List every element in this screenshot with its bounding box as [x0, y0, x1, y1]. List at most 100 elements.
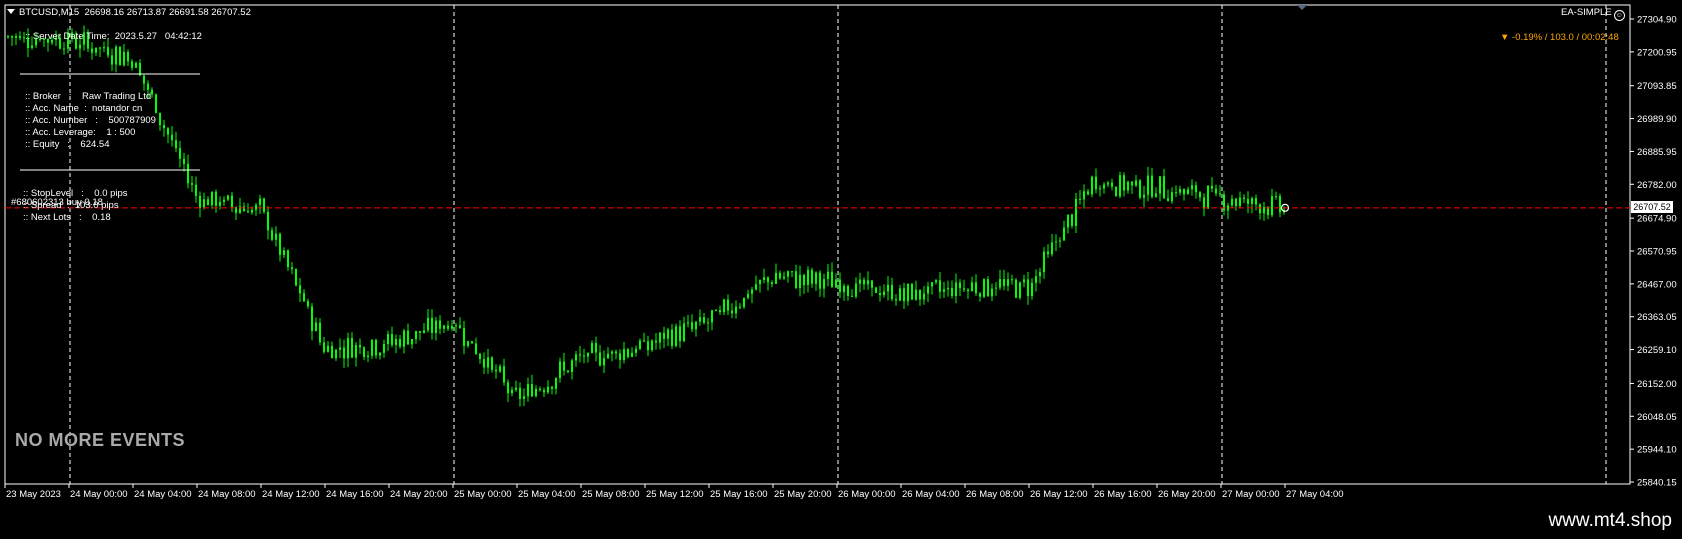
candle-body	[731, 310, 733, 314]
candle-body	[695, 321, 697, 330]
candle-body	[995, 287, 997, 289]
candle-body	[815, 272, 817, 284]
candle-body	[375, 339, 377, 356]
candle-body	[1271, 196, 1273, 216]
candle-body	[395, 339, 397, 345]
candle-body	[1155, 193, 1157, 197]
open-order-label[interactable]: #680602313 buy 0.18	[11, 197, 103, 208]
candle-body	[1011, 279, 1013, 281]
candle-body	[1139, 180, 1141, 198]
candle-body	[1075, 198, 1077, 226]
candle-body	[1143, 194, 1145, 198]
candle-body	[443, 325, 445, 329]
server-time: :: Server Date Time: 2023.5.27 04:42:12	[25, 31, 202, 42]
candle-body	[295, 269, 297, 286]
candle-body	[199, 195, 201, 208]
x-tick-label: 27 May 00:00	[1222, 489, 1280, 500]
candle-body	[423, 330, 425, 333]
y-tick-label: 26782.00	[1637, 180, 1677, 191]
candle-body	[855, 283, 857, 297]
watermark-text: www.mt4.shop	[1548, 510, 1672, 531]
candle-body	[1147, 175, 1149, 195]
candle-body	[207, 199, 209, 206]
candle-body	[495, 369, 497, 372]
candle-body	[679, 326, 681, 342]
candle-body	[343, 347, 345, 359]
candle-body	[223, 199, 225, 202]
candle-body	[763, 277, 765, 280]
candle-body	[139, 62, 141, 76]
candle-body	[127, 51, 129, 62]
y-tick-label: 26674.90	[1637, 214, 1677, 225]
candle-body	[651, 340, 653, 351]
candle-body	[847, 285, 849, 296]
x-tick-label: 25 May 12:00	[646, 489, 704, 500]
time-axis: 23 May 2023 24 May 00:00 24 May 04:00 24 Ma…	[4, 484, 1344, 500]
broker-info: :: Broker : Raw Trading Ltd	[25, 91, 152, 102]
candle-body	[791, 271, 793, 273]
candle-body	[835, 279, 837, 288]
candle-body	[635, 348, 637, 353]
candle-body	[687, 322, 689, 324]
account-number: :: Acc. Number : 500787909	[25, 115, 156, 126]
candle-body	[403, 330, 405, 347]
candle-body	[439, 320, 441, 329]
candle-body	[583, 355, 585, 357]
chart-window[interactable]: 27304.90 27200.95 27093.85 26989.90 26885.95…	[0, 0, 1682, 506]
candle-body	[851, 295, 853, 297]
candle-body	[363, 347, 365, 358]
candle-body	[507, 382, 509, 394]
candle-body	[575, 354, 577, 361]
candle-body	[291, 267, 293, 270]
candle-body	[707, 322, 709, 324]
expert-advisor-label[interactable]: EA-SIMPLE ☺	[1561, 7, 1625, 21]
candle-body	[1015, 279, 1017, 298]
account-equity: :: Equity : 624.54	[25, 139, 110, 150]
candle-body	[1187, 189, 1189, 195]
candle-body	[1063, 227, 1065, 241]
candle-body	[1007, 279, 1009, 286]
candle-body	[455, 325, 457, 327]
candle-body	[503, 366, 505, 383]
x-tick-label: 26 May 12:00	[1030, 489, 1088, 500]
candle-body	[727, 299, 729, 311]
candle-body	[951, 287, 953, 297]
candle-body	[115, 46, 117, 65]
y-tick-label: 26570.95	[1637, 246, 1677, 257]
candle-body	[1027, 279, 1029, 297]
candle-body	[611, 351, 613, 354]
candle-body	[875, 287, 877, 293]
candle-body	[179, 148, 181, 159]
candle-body	[475, 343, 477, 354]
candle-body	[915, 289, 917, 300]
candle-body	[319, 322, 321, 343]
candle-body	[667, 329, 669, 339]
y-tick-label: 26048.05	[1637, 412, 1677, 423]
candle-body	[499, 366, 501, 372]
candle-body	[79, 44, 81, 49]
candle-body	[131, 61, 133, 68]
candle-body	[607, 353, 609, 359]
candle-body	[147, 83, 149, 90]
candle-body	[195, 184, 197, 196]
price-chart[interactable]: 27304.90 27200.95 27093.85 26989.90 26885.95…	[0, 0, 1682, 506]
candles	[7, 25, 1285, 407]
candle-body	[535, 388, 537, 397]
candle-body	[355, 344, 357, 358]
candle-body	[1055, 241, 1057, 243]
candle-body	[371, 339, 373, 356]
candle-body	[935, 280, 937, 283]
candle-body	[927, 286, 929, 294]
candle-body	[391, 334, 393, 345]
candle-body	[267, 211, 269, 231]
dropdown-triangle-icon[interactable]	[7, 9, 15, 14]
candle-body	[283, 250, 285, 255]
candle-body	[843, 285, 845, 293]
candle-body	[519, 387, 521, 399]
candle-body	[1179, 188, 1181, 193]
candle-body	[1243, 197, 1245, 200]
candle-body	[351, 338, 353, 358]
candle-body	[579, 354, 581, 356]
candle-body	[451, 326, 453, 329]
candle-body	[919, 289, 921, 300]
